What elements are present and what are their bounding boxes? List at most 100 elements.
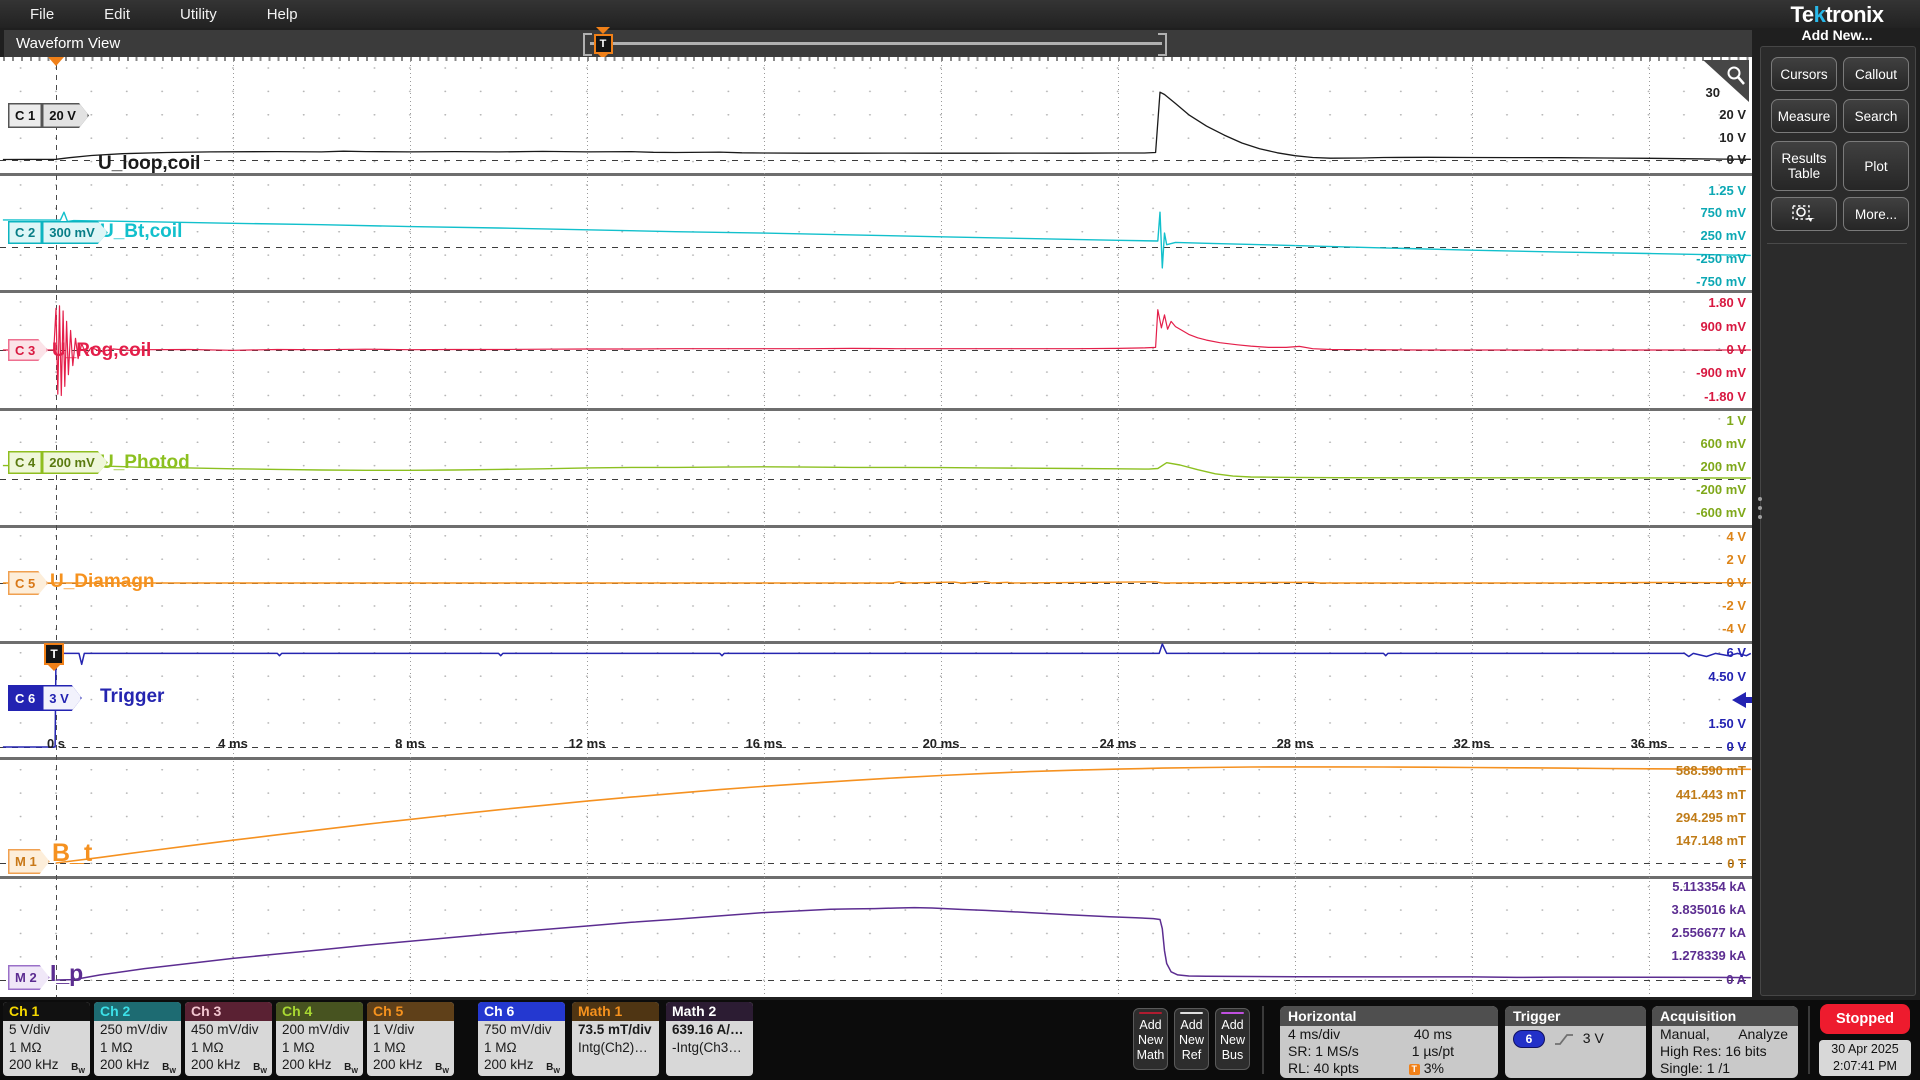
bottom-badge-ch3[interactable]: Ch 3450 mV/div1 MΩ200 kHzBW	[185, 1002, 272, 1076]
axis-label-m2: 5.113354 kA	[1672, 879, 1746, 894]
rising-edge-icon	[1553, 1032, 1575, 1047]
badge-segment: C 6	[8, 685, 42, 711]
sidebar-panel: CursorsCalloutMeasureSearchResults Table…	[1760, 46, 1916, 996]
badge-segment: C 1	[8, 103, 42, 128]
axis-label-c5: 4 V	[1726, 529, 1746, 544]
axis-label-c6: 1.50 V	[1708, 716, 1746, 731]
time-axis-label: 24 ms	[1100, 736, 1137, 751]
acquisition-single: Single: 1 /1	[1660, 1060, 1730, 1077]
trace-m1	[56, 767, 1751, 863]
axis-label-c4: -200 mV	[1696, 482, 1746, 497]
axis-label-c4: 600 mV	[1700, 436, 1746, 451]
measure-button[interactable]: Measure	[1771, 99, 1837, 133]
axis-label-c1: 30	[1706, 85, 1720, 100]
add-new-bus-button[interactable]: AddNewBus	[1215, 1008, 1250, 1070]
splitter-drag-handle[interactable]	[1757, 497, 1763, 524]
magnifier-icon	[1726, 65, 1746, 87]
sample-rate: SR: 1 MS/s	[1288, 1043, 1359, 1060]
bandwidth-limit-icon: BW	[253, 1059, 267, 1076]
bottom-badge-ch5[interactable]: Ch 51 V/div1 MΩ200 kHzBW	[367, 1002, 454, 1076]
cursors-button[interactable]: Cursors	[1771, 57, 1837, 91]
trace-c3	[3, 306, 1751, 396]
time-axis-label: 4 ms	[218, 736, 248, 751]
bottom-badge-math2[interactable]: Math 2639.16 A/…-Intg(Ch3…	[666, 1002, 753, 1076]
acquisition-analyze: Analyze	[1738, 1026, 1788, 1043]
trace-c6	[3, 644, 1751, 747]
time-axis-label: 20 ms	[923, 736, 960, 751]
menu-utility[interactable]: Utility	[180, 6, 217, 23]
axis-label-c4: -600 mV	[1696, 505, 1746, 520]
waveform-graticule[interactable]: 0 s4 ms8 ms12 ms16 ms20 ms24 ms28 ms32 m…	[0, 57, 1752, 997]
badge-segment: C 2	[8, 221, 42, 244]
axis-label-c1: 10 V	[1719, 130, 1746, 145]
axis-label-c6: 6 V	[1726, 645, 1746, 660]
zoom-select-button[interactable]	[1771, 197, 1837, 231]
badge-title: Ch 5	[367, 1002, 454, 1021]
axis-label-m1: 0 T	[1727, 856, 1746, 871]
badge-line: -Intg(Ch3…	[666, 1039, 753, 1057]
axis-label-c2: 1.25 V	[1708, 183, 1746, 198]
bottom-badge-math1[interactable]: Math 173.5 mT/divIntg(Ch2)…	[572, 1002, 659, 1076]
channel-badge-c6[interactable]: C 63 V	[8, 685, 82, 711]
date-text: 30 Apr 2025	[1819, 1041, 1911, 1058]
menu-bar: File Edit Utility Help	[0, 0, 1920, 28]
trigger-source-marker[interactable]: T	[43, 643, 65, 671]
add-new-math-button[interactable]: AddNewMath	[1133, 1008, 1168, 1070]
menu-edit[interactable]: Edit	[104, 6, 130, 23]
channel-badge-c2[interactable]: C 2300 mV	[8, 221, 108, 244]
badge-line: 1 MΩ	[185, 1039, 272, 1057]
menu-file[interactable]: File	[30, 6, 54, 23]
more--button[interactable]: More...	[1843, 197, 1909, 231]
acquisition-resolution: High Res: 16 bits	[1660, 1043, 1767, 1060]
time-axis-label: 28 ms	[1277, 736, 1314, 751]
trigger-level-value: 3 V	[1583, 1030, 1604, 1046]
add-new-ref-button[interactable]: AddNewRef	[1174, 1008, 1209, 1070]
axis-label-c5: -4 V	[1722, 621, 1746, 636]
channel-badge-c1[interactable]: C 120 V	[8, 103, 89, 128]
trigger-position-marker-icon[interactable]	[48, 57, 64, 66]
search-button[interactable]: Search	[1843, 99, 1909, 133]
badge-line: 1 MΩ	[367, 1039, 454, 1057]
menu-help[interactable]: Help	[267, 6, 298, 23]
bottom-badge-ch6[interactable]: Ch 6750 mV/div1 MΩ200 kHzBW	[478, 1002, 565, 1076]
time-axis-label: 0 s	[47, 736, 65, 751]
trigger-panel[interactable]: Trigger 6 3 V	[1505, 1006, 1646, 1078]
axis-label-c6: 4.50 V	[1708, 669, 1746, 684]
trace-c1	[3, 92, 1751, 159]
axis-label-c4: 200 mV	[1700, 459, 1746, 474]
callout-button[interactable]: Callout	[1843, 57, 1909, 91]
trace-c4	[3, 463, 1751, 478]
acquisition-panel[interactable]: Acquisition Manual,Analyze High Res: 16 …	[1652, 1006, 1798, 1078]
bottom-badge-ch1[interactable]: Ch 15 V/div1 MΩ200 kHzBW	[3, 1002, 90, 1076]
badge-segment: 20 V	[42, 103, 89, 128]
waveform-view-tab[interactable]: Waveform View	[4, 30, 1752, 57]
badge-line: 200 mV/div	[276, 1021, 363, 1039]
bottom-badge-ch4[interactable]: Ch 4200 mV/div1 MΩ200 kHzBW	[276, 1002, 363, 1076]
badge-color-bar	[1221, 1012, 1244, 1014]
horizontal-window: 40 ms	[1414, 1026, 1452, 1043]
trigger-level-arrow-icon[interactable]	[1730, 692, 1752, 708]
badge-title: Ch 4	[276, 1002, 363, 1021]
sidebar-separator	[1767, 243, 1907, 244]
badge-title: Ch 3	[185, 1002, 272, 1021]
results-table-button[interactable]: Results Table	[1771, 141, 1837, 191]
horizontal-panel[interactable]: Horizontal 4 ms/div40 ms SR: 1 MS/s1 µs/…	[1280, 1006, 1498, 1078]
axis-label-c3: 0 V	[1726, 342, 1746, 357]
axis-label-c6: 0 V	[1726, 739, 1746, 754]
trigger-source-badge: 6	[1513, 1030, 1545, 1048]
plot-button[interactable]: Plot	[1843, 141, 1909, 191]
bandwidth-limit-icon: BW	[435, 1059, 449, 1076]
axis-label-m1: 588.590 mT	[1676, 763, 1746, 778]
channel-badge-c4[interactable]: C 4200 mV	[8, 451, 108, 474]
trigger-position-flag[interactable]: T	[593, 27, 613, 59]
bottom-badge-ch2[interactable]: Ch 2250 mV/div1 MΩ200 kHzBW	[94, 1002, 181, 1076]
trigger-t-icon: T	[1409, 1064, 1420, 1075]
run-stop-button[interactable]: Stopped	[1820, 1004, 1910, 1034]
badge-segment: 300 mV	[42, 221, 108, 244]
badge-title: Ch 6	[478, 1002, 565, 1021]
badge-line: 1 MΩ	[478, 1039, 565, 1057]
badge-title: Ch 2	[94, 1002, 181, 1021]
time-axis-label: 16 ms	[746, 736, 783, 751]
time-axis-label: 36 ms	[1631, 736, 1668, 751]
axis-label-c5: 0 V	[1726, 575, 1746, 590]
